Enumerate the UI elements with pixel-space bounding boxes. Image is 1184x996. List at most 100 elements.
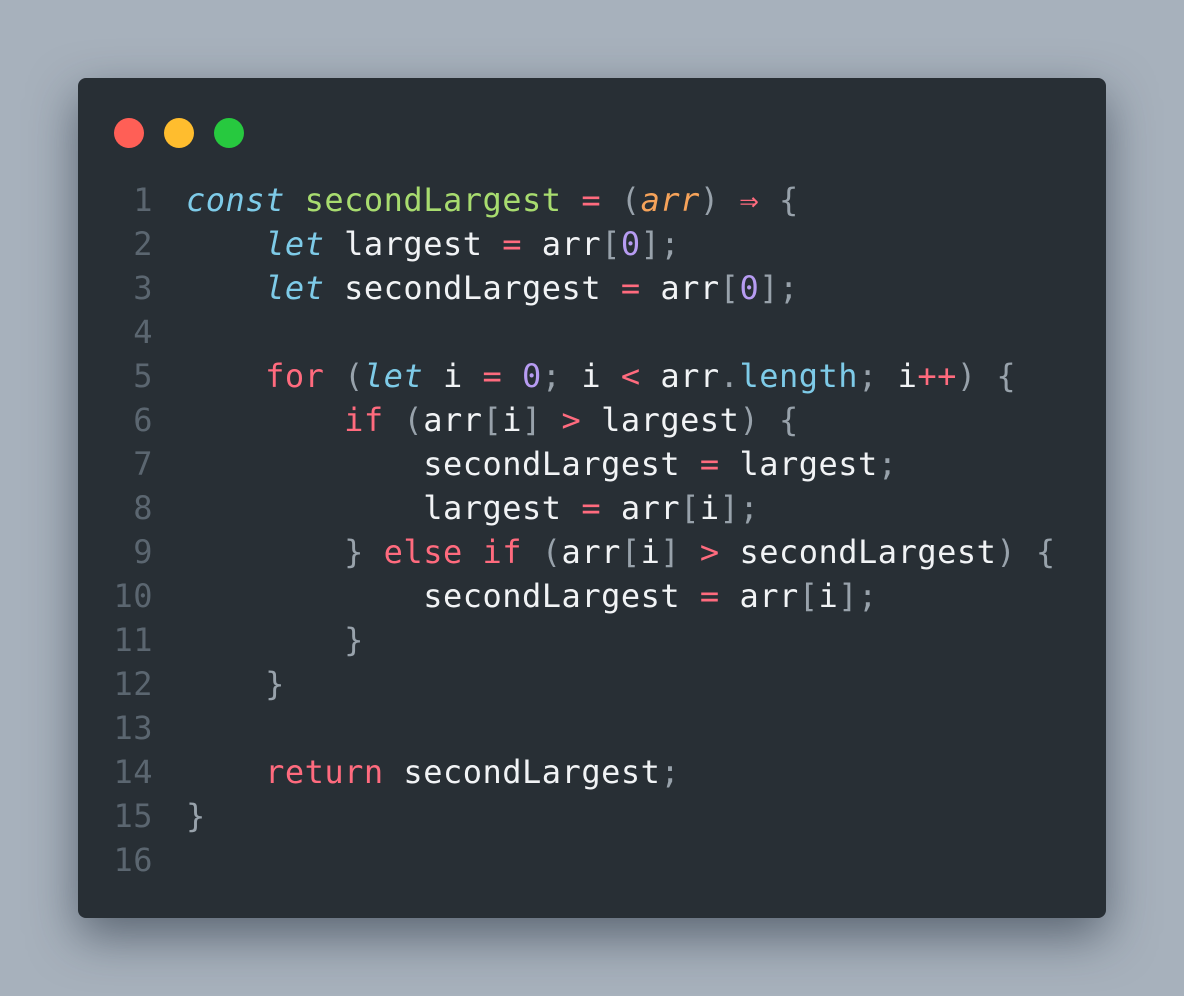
- line-number: 13: [113, 709, 153, 747]
- code-line: 14 return secondLargest;: [78, 750, 1106, 794]
- code-token: arr: [640, 357, 720, 395]
- code-line: 6 if (arr[i] > largest) {: [78, 398, 1106, 442]
- code-token: i: [877, 357, 918, 395]
- code-token: ]: [660, 533, 681, 571]
- code-source: }: [186, 618, 364, 662]
- code-token: (: [344, 357, 364, 395]
- code-token: largest: [324, 225, 503, 263]
- code-token: largest: [719, 445, 878, 483]
- code-token: arr: [640, 269, 720, 307]
- code-token: (: [541, 533, 562, 571]
- code-token: arr: [719, 577, 799, 615]
- line-number: 2: [133, 225, 153, 263]
- code-token: [: [601, 225, 621, 263]
- code-token: 0: [522, 357, 542, 395]
- code-token: ;: [858, 357, 878, 395]
- code-token: }: [265, 665, 285, 703]
- code-token: ];: [838, 577, 878, 615]
- code-token: (: [403, 401, 424, 439]
- code-source: if (arr[i] > largest) {: [186, 398, 799, 442]
- code-token: =: [620, 269, 641, 307]
- code-token: >: [699, 533, 720, 571]
- line-number: 1: [133, 181, 153, 219]
- code-token: ): [956, 357, 977, 395]
- code-token: [: [482, 401, 503, 439]
- code-token: let: [265, 269, 325, 307]
- code-token: >: [561, 401, 582, 439]
- code-source: secondLargest = arr[i];: [186, 574, 878, 618]
- code-line: 5 for (let i = 0; i < arr.length; i++) {: [78, 354, 1106, 398]
- code-token: [: [680, 489, 700, 527]
- close-dot-icon[interactable]: [114, 118, 144, 148]
- line-number: 8: [133, 489, 153, 527]
- code-token: .: [719, 357, 740, 395]
- code-line: 8 largest = arr[i];: [78, 486, 1106, 530]
- code-token: ): [996, 533, 1017, 571]
- line-number: 12: [113, 665, 153, 703]
- code-token: i: [561, 357, 621, 395]
- code-token: i: [818, 577, 839, 615]
- code-token: arr: [640, 181, 700, 219]
- code-token: secondLargest: [383, 753, 661, 791]
- code-line: 16: [78, 838, 1106, 882]
- minimize-dot-icon[interactable]: [164, 118, 194, 148]
- code-token: length: [739, 357, 859, 395]
- code-source: const secondLargest = (arr) ⇒ {: [186, 178, 799, 222]
- code-token: ++: [917, 357, 957, 395]
- code-token: arr: [423, 401, 483, 439]
- code-token: {: [778, 401, 799, 439]
- code-line: 9 } else if (arr[i] > secondLargest) {: [78, 530, 1106, 574]
- code-source: }: [186, 794, 206, 838]
- code-token: ];: [759, 269, 799, 307]
- code-source: let secondLargest = arr[0];: [186, 266, 799, 310]
- code-line: 7 secondLargest = largest;: [78, 442, 1106, 486]
- code-token: secondLargest: [324, 269, 621, 307]
- code-token: secondLargest: [186, 445, 700, 483]
- code-token: secondLargest: [186, 577, 700, 615]
- line-number: 10: [113, 577, 153, 615]
- code-token: if: [344, 401, 384, 439]
- code-token: ]: [522, 401, 542, 439]
- code-token: for: [265, 357, 325, 395]
- line-number: 5: [133, 357, 153, 395]
- code-token: i: [699, 489, 720, 527]
- code-token: [: [620, 533, 641, 571]
- code-token: arr: [522, 225, 602, 263]
- line-number: 4: [133, 313, 153, 351]
- code-token: i: [502, 401, 523, 439]
- code-token: ⇒: [739, 181, 760, 219]
- code-token: }: [344, 621, 364, 659]
- code-token: {: [1035, 533, 1056, 571]
- code-source: }: [186, 662, 285, 706]
- line-number: 6: [133, 401, 153, 439]
- code-token: if: [482, 533, 523, 571]
- line-number: 9: [133, 533, 153, 571]
- code-token: let: [363, 357, 424, 395]
- zoom-dot-icon[interactable]: [214, 118, 244, 148]
- code-token: ];: [719, 489, 760, 527]
- code-token: [: [719, 269, 740, 307]
- code-source: largest = arr[i];: [186, 486, 759, 530]
- code-token: secondLargest: [304, 181, 562, 219]
- code-token: <: [620, 357, 641, 395]
- code-token: arr: [601, 489, 681, 527]
- code-line: 10 secondLargest = arr[i];: [78, 574, 1106, 618]
- code-line: 1 const secondLargest = (arr) ⇒ {: [78, 178, 1106, 222]
- code-token: }: [344, 533, 364, 571]
- code-token: i: [640, 533, 661, 571]
